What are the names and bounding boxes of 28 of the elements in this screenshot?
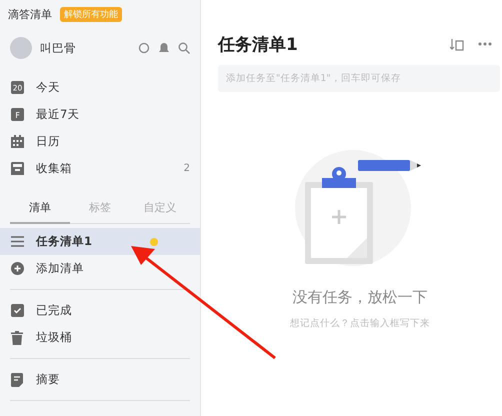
search-icon[interactable] [178, 42, 190, 54]
menu-icon [10, 236, 24, 247]
sidebar-item[interactable]: 已完成 [0, 297, 200, 324]
empty-hint: 想记点什么？点击输入框写下来 [290, 317, 430, 330]
list-title: 任务清单1 [218, 34, 299, 56]
inbox-icon [10, 162, 24, 175]
sidebar-item[interactable]: 摘要 [0, 366, 200, 393]
bell-icon[interactable] [158, 42, 170, 54]
sort-icon[interactable] [450, 38, 464, 50]
app-name: 滴答清单 [8, 6, 52, 22]
sidebar-item[interactable]: F 最近7天 [0, 101, 200, 128]
calendar-icon: F [10, 108, 24, 121]
calendar-icon [10, 135, 24, 148]
sidebar-item[interactable]: 垃圾桶 [0, 324, 200, 351]
sidebar-item[interactable]: 任务清单1 [0, 228, 200, 255]
user-name: 叫巴骨 [40, 40, 77, 56]
add-task-field[interactable]: 添加任务至"任务清单1"，回车即可保存 [218, 65, 500, 92]
sync-icon[interactable] [138, 42, 150, 54]
tab[interactable]: 清单 [10, 194, 70, 224]
sidebar-item[interactable]: 日历 [0, 128, 200, 155]
sidebar-item[interactable]: 收集箱 2 [0, 155, 200, 182]
empty-title: 没有任务，放松一下 [292, 288, 428, 307]
document-icon [11, 372, 23, 386]
add-icon [10, 262, 24, 275]
more-icon[interactable] [478, 42, 492, 46]
sidebar-item[interactable]: 添加清单 [0, 255, 200, 282]
checkbox-icon [10, 304, 24, 317]
trash-icon [11, 330, 23, 344]
